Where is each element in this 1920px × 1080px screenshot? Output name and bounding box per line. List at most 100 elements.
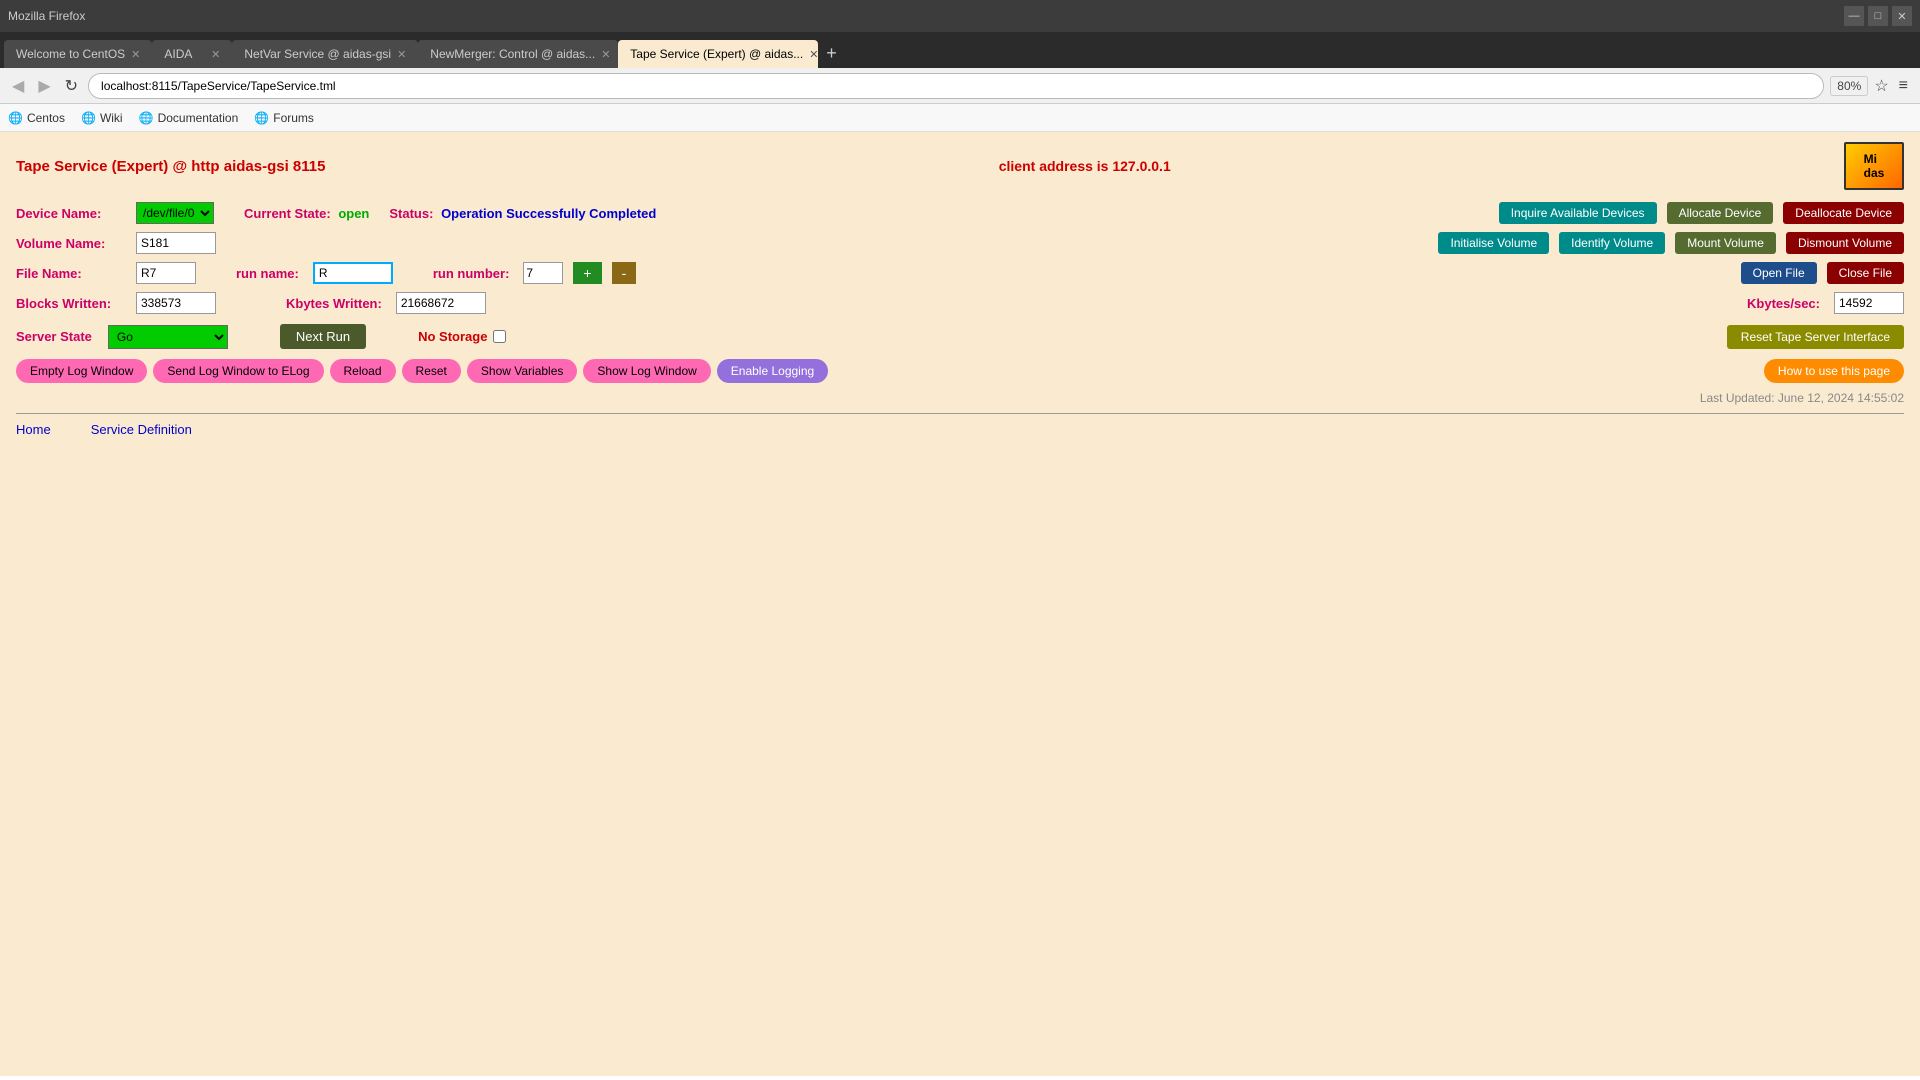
tab-netvar-label: NetVar Service @ aidas-gsi — [244, 47, 391, 61]
wiki-globe-icon: 🌐 — [81, 111, 96, 125]
bookmark-centos[interactable]: 🌐 Centos — [8, 111, 65, 125]
right-buttons-row1: Inquire Available Devices Allocate Devic… — [1499, 202, 1904, 224]
forward-button[interactable]: ▶ — [34, 74, 54, 98]
tab-welcome-label: Welcome to CentOS — [16, 47, 125, 61]
blocks-written-input[interactable] — [136, 292, 216, 314]
show-log-window-button[interactable]: Show Log Window — [583, 359, 710, 383]
enable-logging-button[interactable]: Enable Logging — [717, 359, 828, 383]
next-run-button[interactable]: Next Run — [280, 324, 366, 349]
identify-volume-button[interactable]: Identify Volume — [1559, 232, 1665, 254]
reset-button[interactable]: Reset — [402, 359, 461, 383]
close-file-button[interactable]: Close File — [1827, 262, 1904, 284]
close-button[interactable]: ✕ — [1892, 6, 1912, 26]
status-area: Status: Operation Successfully Completed — [389, 206, 656, 221]
url-bar[interactable] — [88, 73, 1824, 99]
right-buttons-row3: Open File Close File — [1741, 262, 1904, 284]
bookmarks-bar: 🌐 Centos 🌐 Wiki 🌐 Documentation 🌐 Forums — [0, 104, 1920, 132]
run-number-plus-button[interactable]: + — [573, 262, 601, 284]
run-number-area: run number: — [433, 266, 514, 281]
reload-button[interactable]: Reload — [330, 359, 396, 383]
action-buttons-row: Empty Log Window Send Log Window to ELog… — [16, 359, 1904, 383]
logo-text: Midas — [1864, 152, 1885, 180]
tab-netvar-close[interactable]: ✕ — [397, 48, 406, 61]
run-name-area: run name: — [236, 266, 303, 281]
bookmark-centos-label: Centos — [27, 111, 65, 125]
window-controls: — □ ✕ — [1844, 6, 1912, 26]
send-log-to-elog-button[interactable]: Send Log Window to ELog — [153, 359, 323, 383]
client-address: client address is 127.0.0.1 — [999, 158, 1171, 174]
file-name-input[interactable] — [136, 262, 196, 284]
midas-logo: Midas — [1844, 142, 1904, 190]
footer-links: Home Service Definition — [16, 413, 1904, 437]
file-name-label: File Name: — [16, 266, 126, 281]
docs-globe-icon: 🌐 — [139, 111, 154, 125]
minimize-button[interactable]: — — [1844, 6, 1864, 26]
kbytes-written-area: Kbytes Written: — [286, 296, 386, 311]
how-to-use-button[interactable]: How to use this page — [1764, 359, 1904, 383]
tab-aida-label: AIDA — [164, 47, 192, 61]
bookmark-wiki[interactable]: 🌐 Wiki — [81, 111, 123, 125]
tab-newmerger-label: NewMerger: Control @ aidas... — [430, 47, 595, 61]
last-updated: Last Updated: June 12, 2024 14:55:02 — [16, 391, 1904, 405]
tab-welcome[interactable]: Welcome to CentOS ✕ — [4, 40, 152, 68]
tab-tapeservice-close[interactable]: ✕ — [809, 48, 818, 61]
tab-newmerger-close[interactable]: ✕ — [601, 48, 610, 61]
page-content: Tape Service (Expert) @ http aidas-gsi 8… — [0, 132, 1920, 1076]
file-row: File Name: run name: run number: + - Ope… — [16, 262, 1904, 284]
empty-log-window-button[interactable]: Empty Log Window — [16, 359, 147, 383]
mount-volume-button[interactable]: Mount Volume — [1675, 232, 1776, 254]
browser-title-text: Mozilla Firefox — [8, 9, 85, 23]
current-state-label: Current State: open — [244, 206, 369, 221]
browser-toolbar: ◀ ▶ ↻ 80% ☆ ≡ — [0, 68, 1920, 104]
show-variables-button[interactable]: Show Variables — [467, 359, 578, 383]
service-definition-link[interactable]: Service Definition — [91, 422, 192, 437]
device-row: Device Name: /dev/file/0 Current State: … — [16, 202, 1904, 224]
bookmark-documentation[interactable]: 🌐 Documentation — [139, 111, 239, 125]
server-state-row: Server State Go Next Run No Storage Rese… — [16, 324, 1904, 349]
reset-tape-area: Reset Tape Server Interface — [1727, 325, 1904, 349]
bookmark-forums[interactable]: 🌐 Forums — [254, 111, 314, 125]
volume-name-input[interactable] — [136, 232, 216, 254]
run-number-input[interactable] — [523, 262, 563, 284]
menu-button[interactable]: ≡ — [1895, 75, 1912, 97]
server-state-select[interactable]: Go — [108, 325, 228, 349]
volume-name-label: Volume Name: — [16, 236, 126, 251]
kbytes-sec-area: Kbytes/sec: — [1747, 296, 1824, 311]
dismount-volume-button[interactable]: Dismount Volume — [1786, 232, 1904, 254]
browser-titlebar: Mozilla Firefox — □ ✕ — [0, 0, 1920, 32]
page-header: Tape Service (Expert) @ http aidas-gsi 8… — [16, 142, 1904, 190]
status-value: Operation Successfully Completed — [441, 206, 656, 221]
open-file-button[interactable]: Open File — [1741, 262, 1817, 284]
centos-globe-icon: 🌐 — [8, 111, 23, 125]
home-link[interactable]: Home — [16, 422, 51, 437]
bookmark-star-button[interactable]: ☆ — [1874, 76, 1888, 96]
back-button[interactable]: ◀ — [8, 74, 28, 98]
blocks-row: Blocks Written: Kbytes Written: Kbytes/s… — [16, 292, 1904, 314]
current-state-value: open — [338, 206, 369, 221]
forums-globe-icon: 🌐 — [254, 111, 269, 125]
new-tab-button[interactable]: + — [818, 39, 845, 68]
reset-tape-server-button[interactable]: Reset Tape Server Interface — [1727, 325, 1904, 349]
initialise-volume-button[interactable]: Initialise Volume — [1438, 232, 1549, 254]
kbytes-sec-input[interactable] — [1834, 292, 1904, 314]
no-storage-checkbox[interactable] — [493, 330, 506, 343]
tab-tapeservice[interactable]: Tape Service (Expert) @ aidas... ✕ — [618, 40, 818, 68]
allocate-device-button[interactable]: Allocate Device — [1667, 202, 1774, 224]
reload-nav-button[interactable]: ↻ — [61, 74, 82, 98]
tab-aida[interactable]: AIDA ✕ — [152, 40, 232, 68]
zoom-indicator: 80% — [1830, 76, 1868, 96]
run-number-minus-button[interactable]: - — [612, 262, 637, 284]
tab-netvar[interactable]: NetVar Service @ aidas-gsi ✕ — [232, 40, 418, 68]
tab-newmerger[interactable]: NewMerger: Control @ aidas... ✕ — [418, 40, 618, 68]
run-name-input[interactable] — [313, 262, 393, 284]
deallocate-device-button[interactable]: Deallocate Device — [1783, 202, 1904, 224]
inquire-available-devices-button[interactable]: Inquire Available Devices — [1499, 202, 1657, 224]
maximize-button[interactable]: □ — [1868, 6, 1888, 26]
tab-welcome-close[interactable]: ✕ — [131, 48, 140, 61]
bookmark-wiki-label: Wiki — [100, 111, 123, 125]
tab-aida-close[interactable]: ✕ — [211, 48, 220, 61]
bookmark-forums-label: Forums — [273, 111, 314, 125]
volume-row: Volume Name: Initialise Volume Identify … — [16, 232, 1904, 254]
device-name-select[interactable]: /dev/file/0 — [136, 202, 214, 224]
kbytes-written-input[interactable] — [396, 292, 486, 314]
